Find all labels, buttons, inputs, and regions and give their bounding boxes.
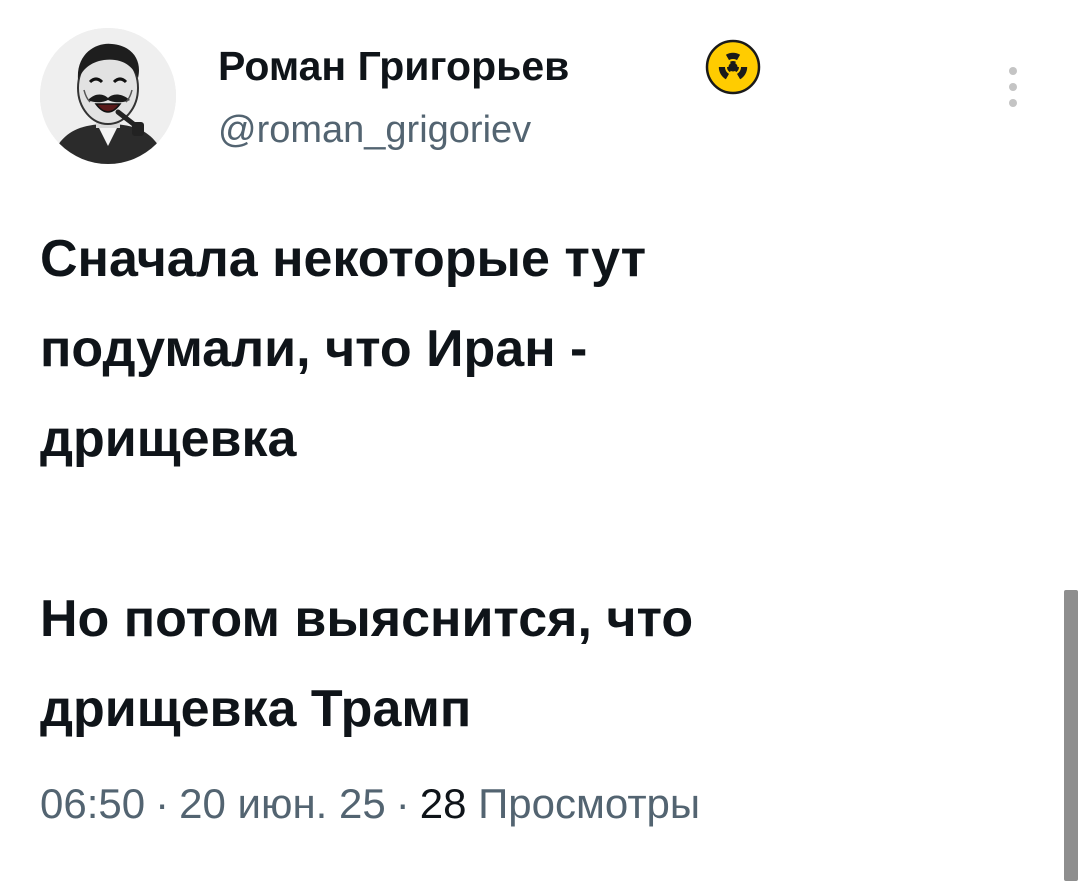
more-vertical-icon <box>1009 67 1017 107</box>
tweet-meta: 06:50 · 20 июн. 25 · 28 Просмотры <box>40 774 700 834</box>
meta-separator: · <box>155 780 170 827</box>
tweet-paragraph: Но потом выяснится, что дрищевка Трамп <box>40 590 694 738</box>
meta-separator: · <box>395 780 410 827</box>
more-options-button[interactable] <box>998 60 1028 114</box>
views-count: 28 <box>419 780 467 827</box>
tweet-text: Сначала некоторые тут подумали, что Иран… <box>40 214 1020 754</box>
tweet-time[interactable]: 06:50 <box>40 780 145 827</box>
author-display-name[interactable]: Роман Григорьев <box>218 40 569 92</box>
laughing-man-avatar-icon <box>40 28 176 164</box>
views-label[interactable]: Просмотры <box>478 780 700 827</box>
tweet-paragraph: Сначала некоторые тут подумали, что Иран… <box>40 230 647 468</box>
tweet-date[interactable]: 20 июн. 25 <box>179 780 386 827</box>
radioactive-icon <box>704 38 762 96</box>
author-handle[interactable]: @roman_grigoriev <box>218 106 531 154</box>
author-avatar[interactable] <box>40 28 176 164</box>
scrollbar[interactable] <box>1064 590 1078 881</box>
